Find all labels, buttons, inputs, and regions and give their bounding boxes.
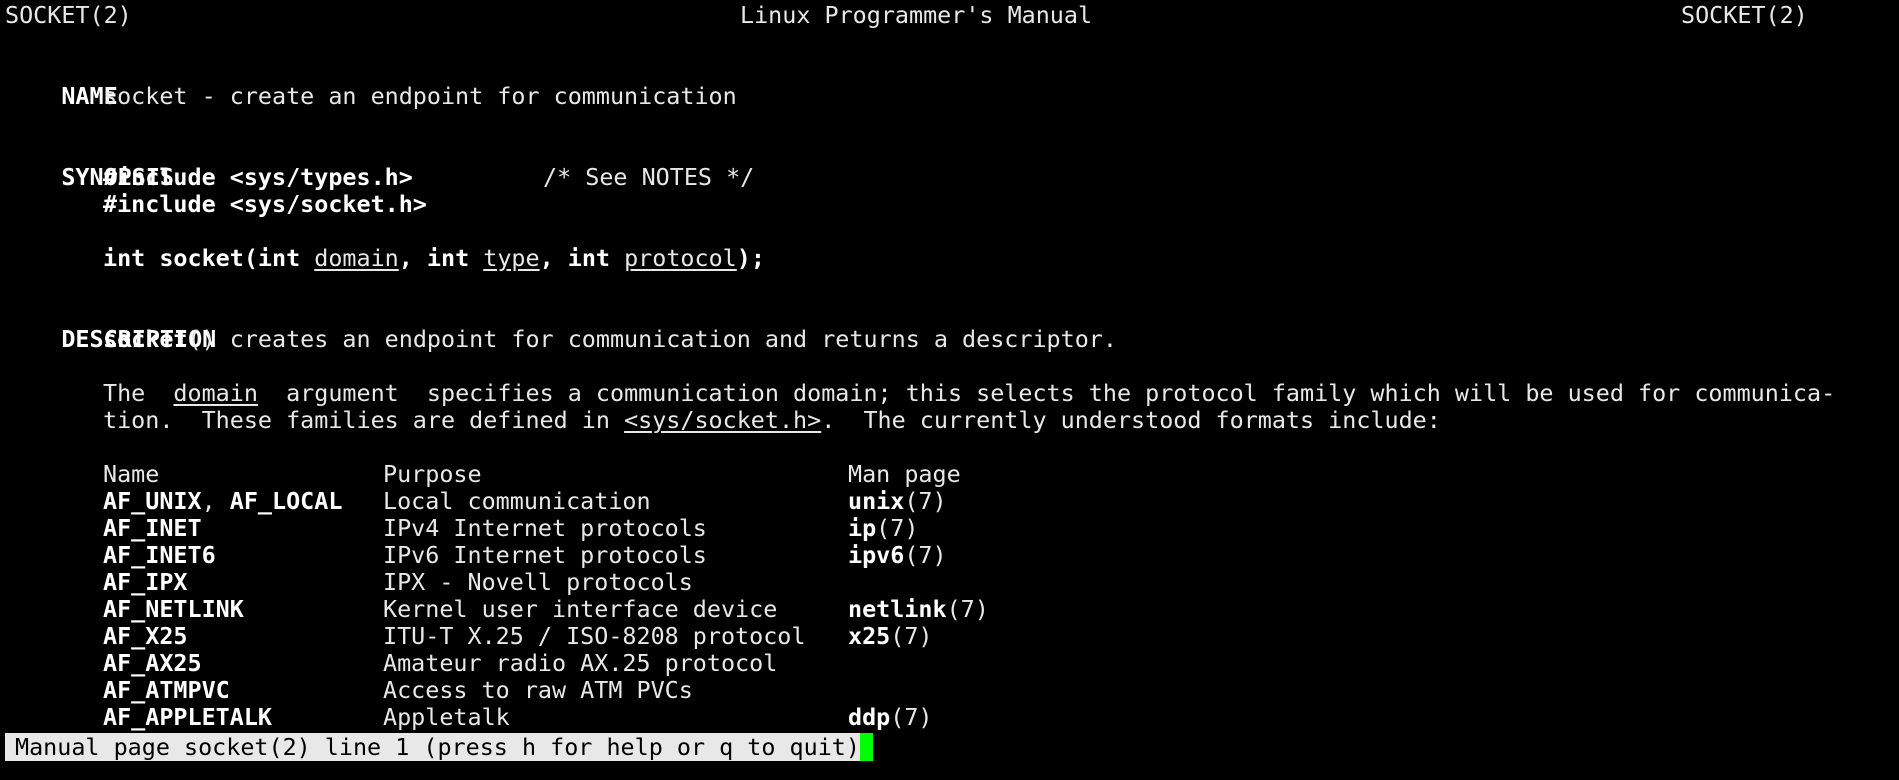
family-row: AF_NETLINK Kernel user interface device ne… — [5, 596, 1895, 623]
family-row: AF_APPLETALK Appletalk ddp(7) — [5, 704, 1895, 731]
family-row: AF_INET IPv4 Internet protocols ip(7) — [5, 515, 1895, 542]
synopsis-signature: int socket(int domain, int type, int pro… — [103, 244, 765, 272]
name-description: socket - create an endpoint for communic… — [103, 82, 737, 110]
family-name: AF_AX25 — [103, 649, 202, 677]
column-header-manpage: Man page — [848, 460, 961, 488]
family-name: AF_UNIX, AF_LOCAL — [103, 487, 343, 515]
arg-type: type — [483, 244, 540, 272]
man-page-terminal: SOCKET(2) Linux Programmer's Manual SOCK… — [5, 2, 1895, 731]
family-manpage: ddp(7) — [848, 703, 933, 731]
synopsis-comment: /* See NOTES */ — [543, 163, 755, 191]
family-name: AF_X25 — [103, 622, 188, 650]
arg-protocol: protocol — [624, 244, 737, 272]
family-row: AF_X25 ITU-T X.25 / ISO-8208 protocol x25(… — [5, 623, 1895, 650]
synopsis-include-types: #include <sys/types.h> /* See NOTES */ — [103, 163, 755, 191]
header-right: SOCKET(2) — [1681, 1, 1808, 29]
family-row: AF_IPX IPX - Novell protocols — [5, 569, 1895, 596]
family-row: AF_INET6 IPv6 Internet protocols ipv6(7) — [5, 542, 1895, 569]
family-purpose: Appletalk — [383, 703, 510, 731]
families-table-header: Name Purpose Man page — [5, 461, 1895, 488]
family-purpose: Amateur radio AX.25 protocol — [383, 649, 778, 677]
family-name: AF_ATMPVC — [103, 676, 230, 704]
header-left: SOCKET(2) — [5, 1, 132, 29]
family-row: AF_AX25 Amateur radio AX.25 protocol — [5, 650, 1895, 677]
family-purpose: ITU-T X.25 / ISO-8208 protocol — [383, 622, 806, 650]
arg-domain: domain — [314, 244, 399, 272]
family-manpage: ip(7) — [848, 514, 919, 542]
domain-term: domain — [173, 379, 258, 407]
families-table-body: AF_UNIX, AF_LOCAL Local communication unix… — [5, 488, 1895, 731]
header-file-link: <sys/socket.h> — [624, 406, 822, 434]
description-line-1: socket() creates an endpoint for communi… — [103, 325, 1117, 353]
family-name: AF_INET6 — [103, 541, 216, 569]
family-name: AF_APPLETALK — [103, 703, 272, 731]
family-row: AF_ATMPVC Access to raw ATM PVCs — [5, 677, 1895, 704]
family-name: AF_INET — [103, 514, 202, 542]
family-purpose: IPv4 Internet protocols — [383, 514, 707, 542]
family-manpage: ipv6(7) — [848, 541, 947, 569]
family-row: AF_UNIX, AF_LOCAL Local communication unix… — [5, 488, 1895, 515]
family-purpose: Access to raw ATM PVCs — [383, 676, 693, 704]
section-heading-synopsis: SYNOPSIS — [61, 163, 175, 191]
column-header-name: Name — [103, 460, 160, 488]
section-heading-description: DESCRIPTION — [61, 325, 217, 353]
description-paragraph-line-2: tion. These families are defined in <sys… — [103, 406, 1441, 434]
synopsis-include-socket: #include <sys/socket.h> — [103, 190, 427, 218]
section-heading-name: NAME — [61, 82, 118, 110]
man-header: SOCKET(2) Linux Programmer's Manual SOCK… — [5, 2, 1895, 29]
family-manpage: x25(7) — [848, 622, 933, 650]
terminal-cursor — [860, 733, 873, 761]
family-manpage: unix(7) — [848, 487, 947, 515]
family-purpose: Local communication — [383, 487, 651, 515]
family-name: AF_IPX — [103, 568, 188, 596]
header-center: Linux Programmer's Manual — [740, 1, 1093, 29]
family-manpage: netlink(7) — [848, 595, 989, 623]
pager-status-bar: Manual page socket(2) line 1 (press h fo… — [5, 733, 860, 761]
family-purpose: IPv6 Internet protocols — [383, 541, 707, 569]
family-purpose: Kernel user interface device — [383, 595, 778, 623]
column-header-purpose: Purpose — [383, 460, 482, 488]
family-purpose: IPX - Novell protocols — [383, 568, 693, 596]
description-paragraph-line-1: The domain argument specifies a communic… — [103, 379, 1836, 407]
family-name: AF_NETLINK — [103, 595, 244, 623]
